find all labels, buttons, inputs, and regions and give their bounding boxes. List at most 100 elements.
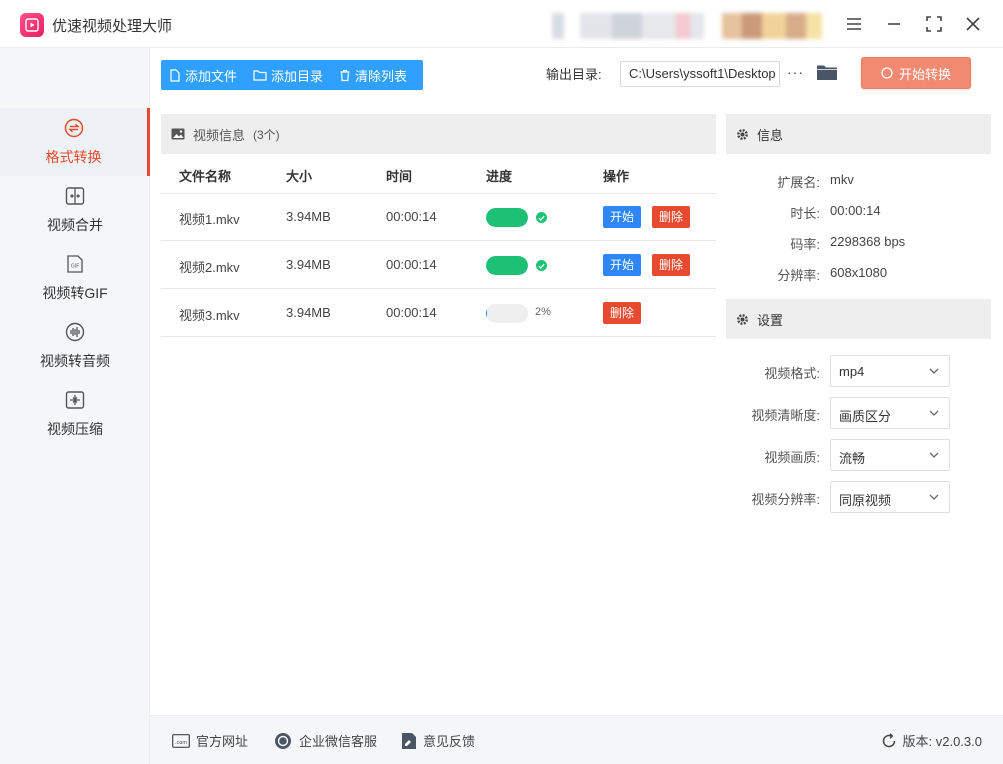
menu-icon[interactable]	[842, 12, 866, 36]
add-directory-button[interactable]: 添加目录	[245, 60, 331, 90]
file-toolbar: 添加文件 添加目录 清除列表	[161, 60, 423, 90]
column-header-size: 大小	[286, 169, 313, 184]
info-ext-label: 扩展名:	[777, 175, 820, 190]
file-size: 3.94MB	[286, 209, 331, 224]
merge-icon	[65, 186, 85, 209]
footer-bar: .com 官方网址 企业微信客服 意见反馈 版本: v2.0.3.0	[150, 715, 1003, 764]
add-file-button[interactable]: 添加文件	[161, 60, 245, 90]
progress-bar	[486, 208, 528, 227]
sidebar-item-label: 视频转音频	[40, 352, 110, 369]
info-header: 信息	[726, 114, 991, 154]
progress-fill	[486, 208, 528, 227]
start-convert-button[interactable]: 开始转换	[861, 57, 971, 89]
more-options-button[interactable]: ···	[787, 63, 805, 83]
sidebar-item-video-compress[interactable]: 视频压缩	[0, 380, 150, 448]
column-header-progress: 进度	[486, 169, 513, 184]
file-name: 视频2.mkv	[179, 260, 240, 275]
chevron-down-icon	[929, 452, 939, 458]
file-size: 3.94MB	[286, 305, 331, 320]
sidebar-item-video-merge[interactable]: 视频合并	[0, 176, 150, 244]
output-directory-field[interactable]: C:\Users\yssoft1\Desktop	[620, 61, 780, 87]
open-folder-icon[interactable]	[816, 63, 838, 83]
video-format-select[interactable]: mp4	[830, 355, 950, 387]
close-icon[interactable]	[961, 12, 985, 36]
sidebar-item-label: 视频转GIF	[42, 284, 108, 301]
settings-title: 设置	[757, 312, 784, 328]
progress-percent: 2%	[535, 306, 551, 318]
clear-list-button[interactable]: 清除列表	[331, 60, 415, 90]
check-icon	[536, 260, 547, 271]
compress-icon	[65, 390, 85, 413]
video-resolution-value: 同原视频	[839, 493, 892, 508]
video-clarity-select[interactable]: 画质区分	[830, 397, 950, 429]
video-info-header: 视频信息 (3个)	[161, 114, 716, 154]
add-file-label: 添加文件	[185, 68, 238, 84]
video-quality-select[interactable]: 流畅	[830, 439, 950, 471]
column-header-filename: 文件名称	[179, 169, 232, 184]
file-size: 3.94MB	[286, 257, 331, 272]
delete-button[interactable]: 删除	[603, 302, 642, 324]
refresh-icon	[882, 732, 895, 747]
table-row[interactable]: 视频1.mkv 3.94MB 00:00:14 开始 删除	[161, 193, 716, 241]
info-ext-value: mkv	[830, 172, 854, 187]
version-label: 版本: v2.0.3.0	[902, 734, 982, 749]
video-info-panel: 视频信息 (3个) 文件名称 大小 时间 进度 操作 视频1.mkv 3.94M…	[161, 114, 716, 704]
progress-bar	[486, 304, 528, 323]
sidebar-item-video-to-audio[interactable]: 视频转音频	[0, 312, 150, 380]
file-name: 视频3.mkv	[179, 308, 240, 323]
table-row[interactable]: 视频2.mkv 3.94MB 00:00:14 开始 删除	[161, 241, 716, 289]
video-count: (3个)	[253, 127, 280, 142]
video-resolution-select[interactable]: 同原视频	[830, 481, 950, 513]
feedback-label: 意见反馈	[423, 734, 476, 749]
info-duration-value: 00:00:14	[830, 203, 881, 218]
maximize-icon[interactable]	[922, 12, 946, 36]
convert-icon	[64, 118, 84, 141]
video-clarity-label: 视频清晰度:	[751, 408, 820, 423]
sidebar-item-video-to-gif[interactable]: GIF 视频转GIF	[0, 244, 150, 312]
file-icon	[170, 68, 180, 82]
info-bitrate-label: 码率:	[790, 237, 820, 252]
column-header-actions: 操作	[603, 169, 630, 184]
wechat-support-link[interactable]: 企业微信客服	[273, 731, 377, 750]
audio-icon	[65, 322, 85, 345]
folder-outline-icon	[253, 70, 267, 81]
version-info: 版本: v2.0.3.0	[881, 731, 982, 750]
chevron-down-icon	[929, 410, 939, 416]
start-convert-label: 开始转换	[898, 66, 951, 82]
info-title: 信息	[757, 127, 784, 143]
start-button[interactable]: 开始	[603, 206, 642, 228]
app-logo-icon	[20, 13, 44, 37]
video-format-label: 视频格式:	[764, 366, 820, 381]
clear-list-label: 清除列表	[355, 68, 408, 84]
info-bitrate-value: 2298368 bps	[830, 234, 906, 249]
minimize-icon[interactable]	[882, 12, 906, 36]
delete-button[interactable]: 删除	[652, 254, 691, 276]
website-icon: .com	[172, 733, 190, 748]
official-website-link[interactable]: .com 官方网址	[172, 731, 248, 750]
sidebar-item-label: 格式转换	[45, 148, 102, 165]
table-row[interactable]: 视频3.mkv 3.94MB 00:00:14 2% 删除	[161, 289, 716, 337]
info-resolution-value: 608x1080	[830, 265, 888, 280]
blurred-account-info	[552, 13, 704, 39]
file-duration: 00:00:14	[386, 209, 437, 224]
add-directory-label: 添加目录	[271, 68, 324, 84]
wechat-support-label: 企业微信客服	[299, 734, 378, 749]
gear-icon	[737, 313, 748, 325]
start-button[interactable]: 开始	[603, 254, 642, 276]
video-resolution-label: 视频分辨率:	[751, 492, 820, 507]
video-clarity-value: 画质区分	[839, 409, 892, 424]
video-format-value: mp4	[839, 364, 865, 379]
delete-button[interactable]: 删除	[652, 206, 691, 228]
app-title: 优速视频处理大师	[52, 18, 173, 35]
video-quality-label: 视频画质:	[764, 450, 820, 465]
output-directory-label: 输出目录:	[546, 67, 602, 82]
sidebar-item-format-convert[interactable]: 格式转换	[0, 108, 150, 176]
sidebar: 格式转换 视频合并 GIF 视频转GIF 视频转音频 视频压缩	[0, 48, 150, 764]
trash-icon	[340, 69, 350, 81]
info-duration-label: 时长:	[790, 206, 820, 221]
column-header-time: 时间	[386, 169, 413, 184]
feedback-link[interactable]: 意见反馈	[401, 731, 475, 750]
official-website-label: 官方网址	[196, 734, 249, 749]
file-duration: 00:00:14	[386, 257, 437, 272]
settings-header: 设置	[726, 299, 991, 339]
